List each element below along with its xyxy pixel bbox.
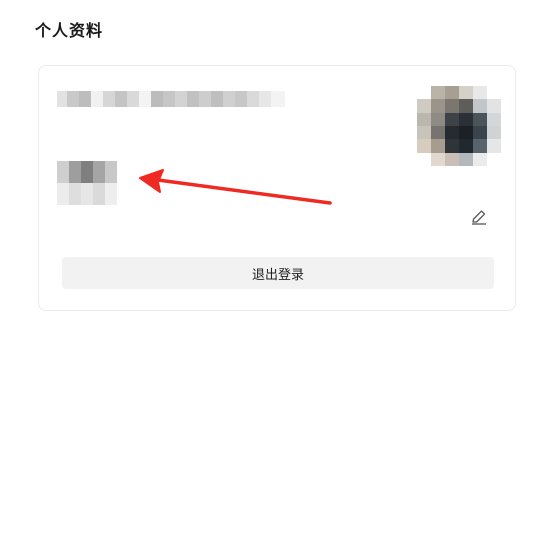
pencil-icon[interactable] [470,208,488,226]
avatar[interactable] [417,86,501,166]
redacted-user-id [57,91,285,107]
profile-card: 退出登录 [38,65,516,311]
page-title: 个人资料 [35,21,104,40]
redacted-nickname [57,161,117,205]
profile-page: 个人资料 退出登录 [0,0,543,537]
logout-button[interactable]: 退出登录 [62,257,494,289]
